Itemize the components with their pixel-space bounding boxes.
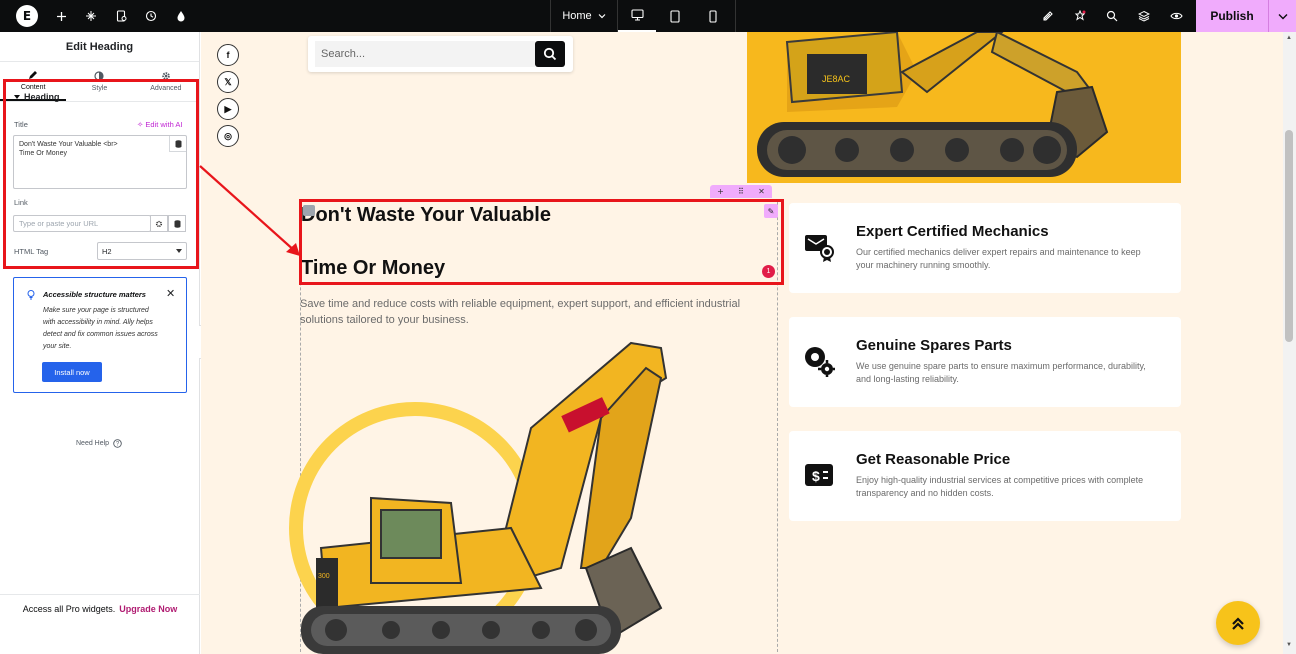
- heading-widget-handle[interactable]: + ⠿ ✕: [710, 185, 772, 198]
- search-icon: [543, 47, 557, 61]
- device-switcher: [618, 0, 736, 32]
- link-options-gear-icon[interactable]: [150, 215, 168, 232]
- section-title: Heading: [24, 92, 60, 102]
- need-help-label: Need Help: [76, 440, 110, 447]
- card-description: Our certified mechanics deliver expert r…: [856, 247, 1141, 270]
- card-description: Enjoy high-quality industrial services a…: [856, 475, 1144, 498]
- page-name: Home: [562, 10, 592, 22]
- top-bar: E Home Publish: [0, 0, 1296, 32]
- footer-text: Access all Pro widgets.: [22, 603, 116, 614]
- add-icon[interactable]: +: [717, 187, 724, 196]
- facebook-icon[interactable]: f: [217, 44, 239, 66]
- double-chevron-up-icon: [1232, 617, 1244, 630]
- search-button[interactable]: [535, 41, 565, 67]
- search-icon[interactable]: [1096, 0, 1128, 32]
- scrollbar-thumb[interactable]: [1285, 130, 1293, 342]
- elementor-logo-icon[interactable]: E: [16, 5, 38, 27]
- feature-card: Genuine Spares Parts We use genuine spar…: [789, 317, 1181, 407]
- scroll-up-arrow-icon[interactable]: ▲: [1286, 35, 1292, 41]
- mobile-icon[interactable]: [694, 0, 732, 32]
- notification-badge[interactable]: 1: [762, 265, 775, 278]
- scroll-down-arrow-icon[interactable]: ▼: [1286, 642, 1292, 648]
- structure-icon[interactable]: [76, 0, 106, 32]
- desktop-icon[interactable]: [618, 0, 656, 32]
- chevron-down-icon: [176, 249, 182, 253]
- add-icon[interactable]: [46, 0, 76, 32]
- page-selector[interactable]: Home: [550, 0, 618, 32]
- title-value-line1: Don't Waste Your Valuable <br>: [19, 141, 118, 148]
- chevron-down-icon: [598, 14, 606, 19]
- section-heading-toggle[interactable]: Heading: [14, 92, 60, 102]
- excavator-hero-image: JE8AC: [747, 32, 1181, 183]
- upgrade-now-link[interactable]: Upgrade Now: [119, 604, 177, 614]
- notice-body: Make sure your page is structured with a…: [43, 307, 158, 350]
- price-tag-icon: $: [805, 464, 833, 486]
- accessibility-notice: Accessible structure matters ✕ Make sure…: [13, 277, 187, 393]
- close-icon[interactable]: ✕: [758, 187, 765, 196]
- tablet-icon[interactable]: [656, 0, 694, 32]
- preview-icon[interactable]: [1160, 0, 1192, 32]
- svg-text:300: 300: [318, 573, 330, 580]
- html-tag-label: HTML Tag: [14, 247, 49, 256]
- notes-icon[interactable]: [1064, 0, 1096, 32]
- excavator-image: 300: [301, 341, 668, 654]
- card-title: Genuine Spares Parts: [856, 337, 1012, 354]
- caret-down-icon: [14, 94, 20, 99]
- page-settings-icon[interactable]: [106, 0, 136, 32]
- intro-text: Save time and reduce costs with reliable…: [300, 298, 741, 326]
- title-value-line2: Time Or Money: [19, 150, 67, 157]
- canvas-scrollbar[interactable]: ▲ ▼: [1283, 32, 1296, 654]
- search-widget: Search...: [308, 36, 573, 72]
- svg-text:$: $: [812, 468, 820, 484]
- dynamic-tags-icon[interactable]: [169, 136, 186, 152]
- question-icon: ?: [113, 439, 122, 448]
- history-icon[interactable]: [136, 0, 166, 32]
- certificate-icon: [805, 235, 834, 262]
- editor-canvas: f 𝕏 ▶ ◎ Search... JE8AC + ⠿ ✕ Don't Wast…: [201, 32, 1283, 654]
- drag-handle-icon[interactable]: ⠿: [738, 187, 744, 196]
- sparkle-icon: ✧: [137, 120, 144, 129]
- link-label: Link: [14, 198, 28, 207]
- html-tag-value: H2: [102, 247, 112, 256]
- ai-icon[interactable]: [1032, 0, 1064, 32]
- panel-title: Edit Heading: [0, 32, 199, 62]
- panel-footer: Access all Pro widgets. Upgrade Now: [0, 594, 200, 622]
- selected-heading-highlight: [299, 199, 784, 285]
- search-input[interactable]: Search...: [315, 41, 535, 67]
- lightbulb-icon: [27, 290, 35, 303]
- publish-options-button[interactable]: [1268, 0, 1296, 32]
- publish-button[interactable]: Publish: [1196, 0, 1268, 32]
- site-settings-icon[interactable]: [166, 0, 196, 32]
- edit-ai-label: Edit with AI: [145, 120, 183, 129]
- gears-icon: [805, 347, 835, 377]
- scroll-to-top-button[interactable]: [1216, 601, 1260, 645]
- card-title: Get Reasonable Price: [856, 451, 1011, 468]
- edit-with-ai-link[interactable]: ✧ Edit with AI: [137, 120, 183, 129]
- dribbble-icon[interactable]: ◎: [217, 125, 239, 147]
- feature-card: Expert Certified Mechanics Our certified…: [789, 203, 1181, 293]
- twitter-icon[interactable]: 𝕏: [217, 71, 239, 93]
- svg-text:JE8AC: JE8AC: [822, 74, 851, 84]
- feature-card: $ Get Reasonable Price Enjoy high-qualit…: [789, 431, 1181, 521]
- chevron-down-icon: [1278, 13, 1287, 19]
- need-help-link[interactable]: Need Help ?: [76, 439, 122, 448]
- title-textarea[interactable]: Don't Waste Your Valuable <br> Time Or M…: [13, 135, 187, 189]
- close-icon[interactable]: ✕: [166, 287, 175, 300]
- card-description: We use genuine spare parts to ensure max…: [856, 361, 1146, 384]
- notice-title: Accessible structure matters: [43, 290, 146, 299]
- install-now-button[interactable]: Install now: [42, 362, 102, 382]
- layers-icon[interactable]: [1128, 0, 1160, 32]
- youtube-icon[interactable]: ▶: [217, 98, 239, 120]
- link-url-input[interactable]: Type or paste your URL: [13, 215, 151, 232]
- link-dynamic-tags-icon[interactable]: [168, 215, 186, 232]
- title-label: Title: [14, 120, 28, 129]
- html-tag-select[interactable]: H2: [97, 242, 187, 260]
- card-title: Expert Certified Mechanics: [856, 223, 1049, 240]
